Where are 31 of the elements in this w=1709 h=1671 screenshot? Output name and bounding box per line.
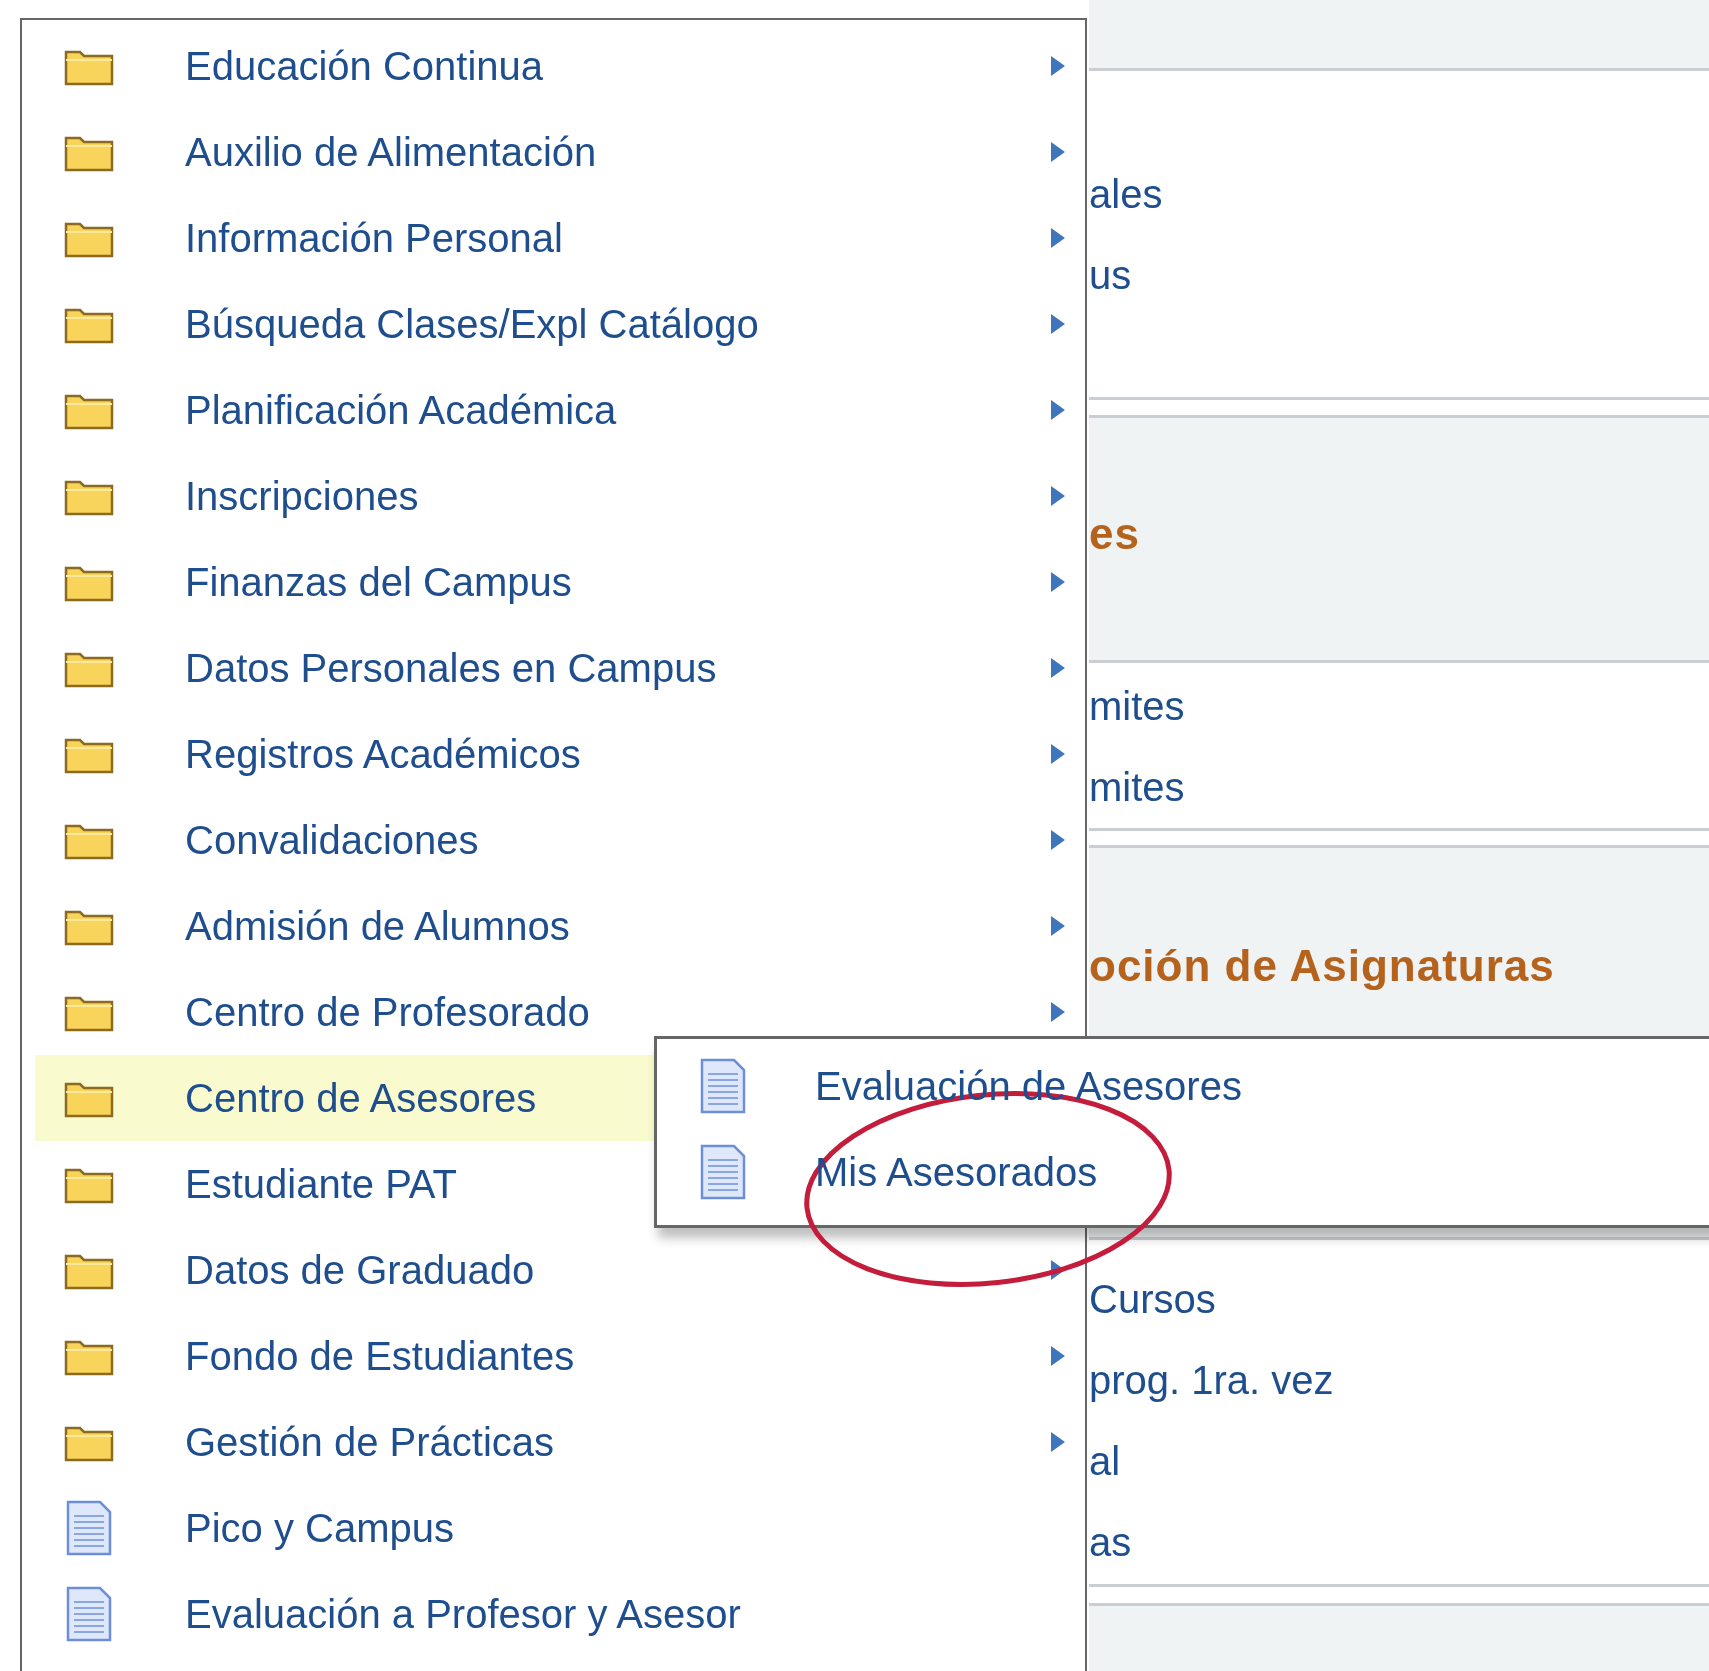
menu-item[interactable]: Admisión de Alumnos — [35, 883, 1085, 969]
menu-item[interactable]: Datos de Graduado — [35, 1227, 1085, 1313]
menu-item[interactable]: Planificación Académica — [35, 367, 1085, 453]
page-link[interactable]: mites — [1089, 666, 1709, 747]
menu-item[interactable]: Finanzas del Campus — [35, 539, 1085, 625]
page-link[interactable]: prog. 1ra. vez — [1089, 1340, 1709, 1421]
menu-item[interactable]: Evaluación a Profesor y Asesor — [35, 1571, 1085, 1657]
menu-item[interactable]: Búsqueda Clases/Expl Catálogo — [35, 281, 1085, 367]
page-link[interactable]: al — [1089, 1421, 1709, 1502]
menu-item[interactable]: Centro de Profesorado — [35, 969, 1085, 1055]
section-heading: es — [1089, 509, 1141, 559]
document-icon — [700, 1058, 746, 1114]
menu-item[interactable]: Pico y Campus — [35, 1485, 1085, 1571]
menu-item[interactable]: Inscripciones — [35, 453, 1085, 539]
section-heading: oción de Asignaturas — [1089, 941, 1556, 991]
menu-item[interactable]: Registros Académicos — [35, 711, 1085, 797]
menu-item[interactable]: Información Personal — [35, 195, 1085, 281]
menu-item[interactable]: Convalidaciones — [35, 797, 1085, 883]
document-icon — [700, 1144, 746, 1200]
page-link[interactable]: Cursos — [1089, 1259, 1709, 1340]
page-link[interactable]: mites — [1089, 747, 1709, 828]
menu-item[interactable]: Datos Personales en Campus — [35, 625, 1085, 711]
document-icon — [66, 1586, 112, 1642]
page-link[interactable]: us — [1089, 235, 1709, 316]
menu-item[interactable]: Auxilio de Alimentación — [35, 109, 1085, 195]
menu-item[interactable]: Fondo de Estudiantes — [35, 1313, 1085, 1399]
menu-item[interactable]: Gestión de Prácticas — [35, 1399, 1085, 1485]
page-link[interactable]: ales — [1089, 154, 1709, 235]
menu-item[interactable]: Educación Continua — [35, 23, 1085, 109]
document-icon — [66, 1500, 112, 1556]
page-link[interactable]: as — [1089, 1502, 1709, 1583]
